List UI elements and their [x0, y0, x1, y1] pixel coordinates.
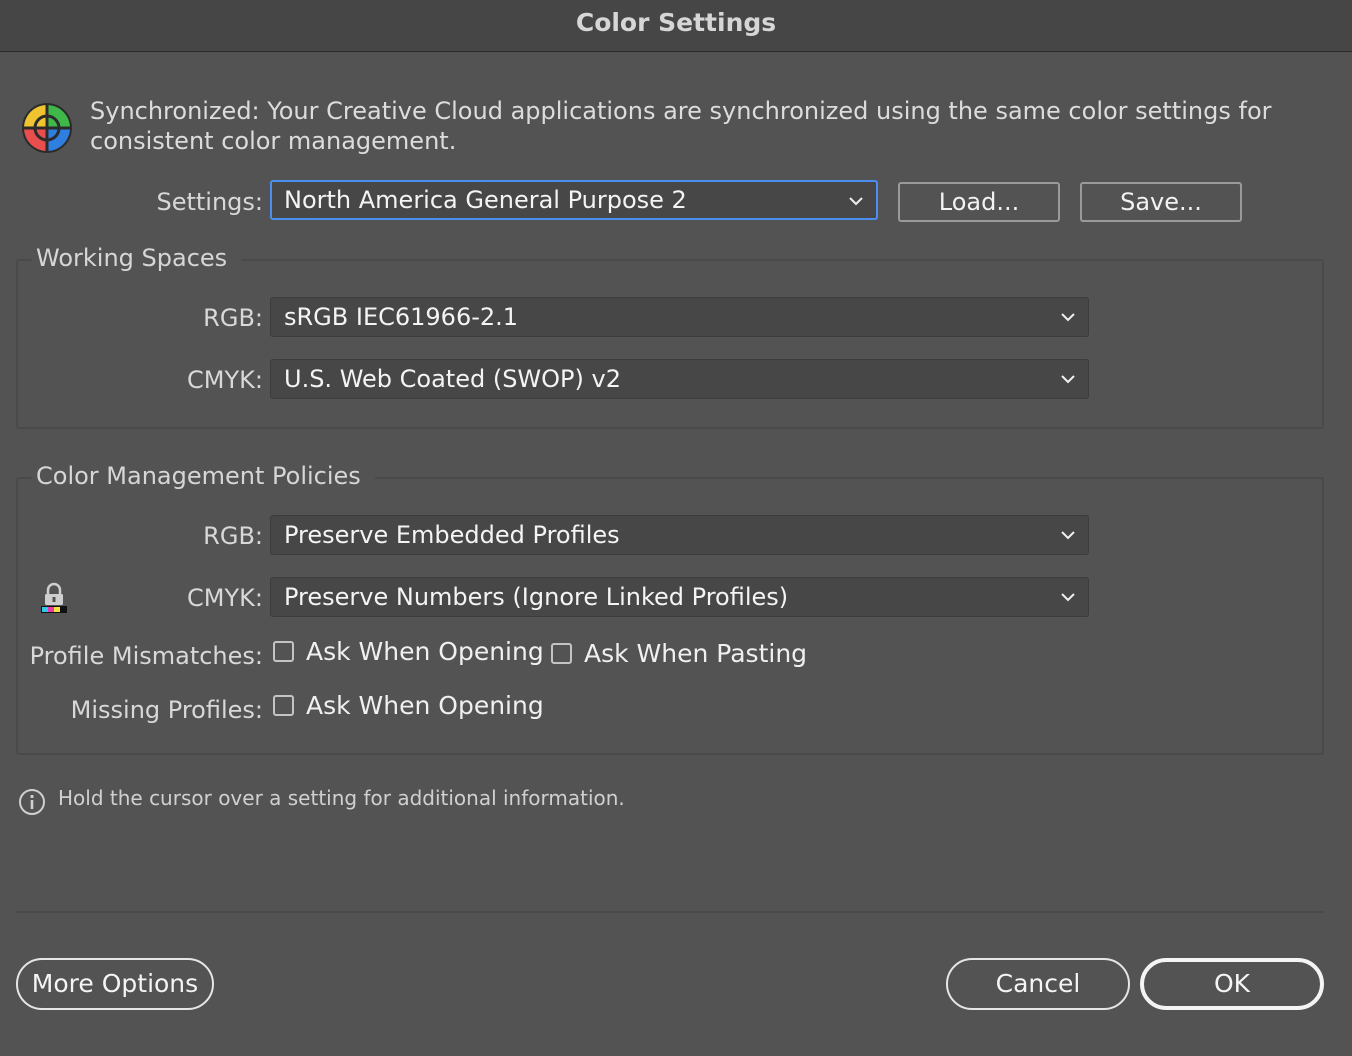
settings-value: North America General Purpose 2	[284, 186, 687, 214]
working-spaces-group	[16, 259, 1324, 429]
info-icon	[19, 789, 45, 815]
profile-mismatches-label: Profile Mismatches:	[29, 642, 263, 670]
dialog-title: Color Settings	[575, 8, 777, 37]
settings-dropdown[interactable]: North America General Purpose 2	[270, 180, 878, 220]
missing-ask-opening-checkbox[interactable]	[273, 695, 294, 716]
footer-divider	[16, 911, 1324, 913]
save-button[interactable]: Save...	[1080, 182, 1242, 222]
missing-profiles-label: Missing Profiles:	[70, 696, 263, 724]
more-options-button[interactable]: More Options	[16, 958, 214, 1010]
ws-cmyk-dropdown[interactable]: U.S. Web Coated (SWOP) v2	[270, 359, 1089, 399]
load-button[interactable]: Load...	[898, 182, 1060, 222]
ws-rgb-label: RGB:	[203, 304, 263, 332]
mismatch-ask-pasting-label[interactable]: Ask When Pasting	[584, 639, 807, 668]
policy-cmyk-dropdown[interactable]: Preserve Numbers (Ignore Linked Profiles…	[270, 577, 1089, 617]
cancel-button[interactable]: Cancel	[946, 958, 1130, 1010]
info-text: Hold the cursor over a setting for addit…	[58, 786, 625, 810]
chevron-down-icon	[1061, 313, 1075, 322]
ws-rgb-value: sRGB IEC61966-2.1	[284, 303, 519, 331]
mismatch-ask-pasting-checkbox[interactable]	[551, 643, 572, 664]
mismatch-ask-opening-label[interactable]: Ask When Opening	[306, 637, 544, 666]
policy-rgb-value: Preserve Embedded Profiles	[284, 521, 620, 549]
policies-title: Color Management Policies	[32, 462, 375, 490]
policy-cmyk-label: CMYK:	[187, 584, 263, 612]
color-wheel-icon	[22, 103, 72, 153]
lock-icon	[41, 582, 67, 613]
mismatch-ask-opening-checkbox[interactable]	[273, 641, 294, 662]
working-spaces-title: Working Spaces	[32, 244, 242, 272]
policy-rgb-dropdown[interactable]: Preserve Embedded Profiles	[270, 515, 1089, 555]
ws-cmyk-value: U.S. Web Coated (SWOP) v2	[284, 365, 621, 393]
chevron-down-icon	[1061, 593, 1075, 602]
ws-cmyk-label: CMYK:	[187, 366, 263, 394]
chevron-down-icon	[1061, 531, 1075, 540]
settings-label: Settings:	[156, 188, 263, 216]
ok-button[interactable]: OK	[1140, 958, 1324, 1010]
missing-ask-opening-label[interactable]: Ask When Opening	[306, 691, 544, 720]
policy-cmyk-value: Preserve Numbers (Ignore Linked Profiles…	[284, 583, 789, 611]
policy-rgb-label: RGB:	[203, 522, 263, 550]
sync-message: Synchronized: Your Creative Cloud applic…	[90, 97, 1272, 155]
chevron-down-icon	[1061, 375, 1075, 384]
chevron-down-icon	[849, 197, 863, 206]
ws-rgb-dropdown[interactable]: sRGB IEC61966-2.1	[270, 297, 1089, 337]
title-bar: Color Settings	[0, 0, 1352, 52]
